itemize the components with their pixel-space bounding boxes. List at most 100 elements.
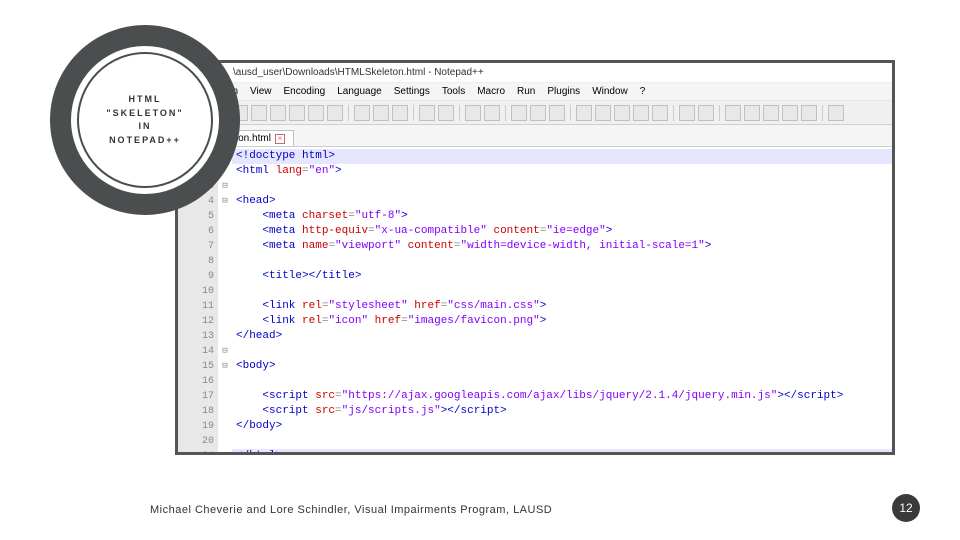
- menu-item-window[interactable]: Window: [592, 86, 628, 97]
- wrap-icon[interactable]: [576, 105, 592, 121]
- code-line: </body>: [232, 419, 892, 434]
- fold-marker[interactable]: ⊟: [218, 359, 232, 374]
- toolbar-separator: [719, 105, 720, 121]
- fold-margin[interactable]: ⊟⊟⊟⊟⊟⊟: [218, 147, 232, 452]
- indent-icon[interactable]: [614, 105, 630, 121]
- code-line: [232, 179, 892, 194]
- code-line: <meta http-equiv="x-ua-compatible" conte…: [232, 224, 892, 239]
- chars-icon[interactable]: [595, 105, 611, 121]
- toolbar-separator: [822, 105, 823, 121]
- zoom-out-icon[interactable]: [530, 105, 546, 121]
- menu-item-run[interactable]: Run: [517, 86, 535, 97]
- play-icon[interactable]: [744, 105, 760, 121]
- fold-marker: [218, 239, 232, 254]
- code-line: <!doctype html>: [232, 149, 892, 164]
- line-number: 9: [192, 269, 214, 284]
- code-editor[interactable]: 123456789101112131415161718192021 ⊟⊟⊟⊟⊟⊟…: [178, 147, 892, 452]
- menu-item-?[interactable]: ?: [640, 86, 646, 97]
- fold-marker: [218, 389, 232, 404]
- toolbar: [178, 101, 892, 125]
- tab-bar: eleton.html ×: [178, 125, 892, 147]
- menu-item-view[interactable]: View: [250, 86, 272, 97]
- sync-icon[interactable]: [549, 105, 565, 121]
- line-number: 18: [192, 404, 214, 419]
- badge-line: IN: [106, 120, 183, 134]
- close-icon[interactable]: ×: [275, 134, 285, 144]
- code-line: [232, 284, 892, 299]
- line-number: 13: [192, 329, 214, 344]
- toolbar-separator: [673, 105, 674, 121]
- fold-marker: [218, 299, 232, 314]
- screenshot-frame: \ausd_user\Downloads\HTMLSkeleton.html -…: [175, 60, 895, 455]
- window-title: \ausd_user\Downloads\HTMLSkeleton.html -…: [233, 67, 484, 78]
- rec-icon[interactable]: [725, 105, 741, 121]
- toolbar-separator: [570, 105, 571, 121]
- toolbar-separator: [413, 105, 414, 121]
- line-number: 5: [192, 209, 214, 224]
- code-line: <html lang="en">: [232, 164, 892, 179]
- code-line: <link rel="stylesheet" href="css/main.cs…: [232, 299, 892, 314]
- fold-marker: [218, 269, 232, 284]
- line-number: 8: [192, 254, 214, 269]
- title-badge: HTML "SKELETON" IN NOTEPAD++: [50, 25, 240, 215]
- rec2-icon[interactable]: [801, 105, 817, 121]
- undo-icon[interactable]: [419, 105, 435, 121]
- close-all-icon[interactable]: [308, 105, 324, 121]
- toolbar-separator: [505, 105, 506, 121]
- cut-icon[interactable]: [354, 105, 370, 121]
- code-line: <meta charset="utf-8">: [232, 209, 892, 224]
- menu-item-macro[interactable]: Macro: [477, 86, 505, 97]
- menu-item-settings[interactable]: Settings: [394, 86, 430, 97]
- fold-marker: [218, 434, 232, 449]
- line-number: 20: [192, 434, 214, 449]
- code-line: [232, 344, 892, 359]
- fold-marker[interactable]: ⊟: [218, 194, 232, 209]
- replace-icon[interactable]: [484, 105, 500, 121]
- play2-icon[interactable]: [782, 105, 798, 121]
- badge-line: "SKELETON": [106, 107, 183, 121]
- print-icon[interactable]: [327, 105, 343, 121]
- dir-icon[interactable]: [698, 105, 714, 121]
- stop-icon[interactable]: [763, 105, 779, 121]
- fold-marker: [218, 209, 232, 224]
- toolbar-separator: [348, 105, 349, 121]
- menu-item-plugins[interactable]: Plugins: [547, 86, 580, 97]
- code-line: <head>: [232, 194, 892, 209]
- find-icon[interactable]: [465, 105, 481, 121]
- code-line: </html>: [232, 449, 892, 455]
- fold-marker[interactable]: ⊟: [218, 449, 232, 455]
- hidden-icon[interactable]: [679, 105, 695, 121]
- close-icon[interactable]: [289, 105, 305, 121]
- code-line: </head>: [232, 329, 892, 344]
- line-number: 6: [192, 224, 214, 239]
- page-number-badge: 12: [892, 494, 920, 522]
- fold-marker: [218, 254, 232, 269]
- line-number: 17: [192, 389, 214, 404]
- badge-text: HTML "SKELETON" IN NOTEPAD++: [106, 93, 183, 147]
- save-all-icon[interactable]: [270, 105, 286, 121]
- save-icon[interactable]: [251, 105, 267, 121]
- fold-marker: [218, 404, 232, 419]
- code-line: [232, 374, 892, 389]
- zoom-in-icon[interactable]: [511, 105, 527, 121]
- code-line: [232, 254, 892, 269]
- fold-marker[interactable]: ⊟: [218, 179, 232, 194]
- code-area[interactable]: <!doctype html><html lang="en"> <head> <…: [232, 147, 892, 452]
- fold-marker[interactable]: ⊟: [218, 344, 232, 359]
- redo-icon[interactable]: [438, 105, 454, 121]
- code-line: [232, 434, 892, 449]
- menu-item-language[interactable]: Language: [337, 86, 382, 97]
- line-number: 19: [192, 419, 214, 434]
- line-number: 12: [192, 314, 214, 329]
- abc-icon[interactable]: [828, 105, 844, 121]
- menu-item-encoding[interactable]: Encoding: [284, 86, 326, 97]
- line-number: 16: [192, 374, 214, 389]
- menu-item-tools[interactable]: Tools: [442, 86, 465, 97]
- window-titlebar: \ausd_user\Downloads\HTMLSkeleton.html -…: [178, 63, 892, 83]
- paste-icon[interactable]: [392, 105, 408, 121]
- title-badge-inner: HTML "SKELETON" IN NOTEPAD++: [71, 46, 219, 194]
- unfold-icon[interactable]: [652, 105, 668, 121]
- copy-icon[interactable]: [373, 105, 389, 121]
- line-number: 15: [192, 359, 214, 374]
- fold-icon[interactable]: [633, 105, 649, 121]
